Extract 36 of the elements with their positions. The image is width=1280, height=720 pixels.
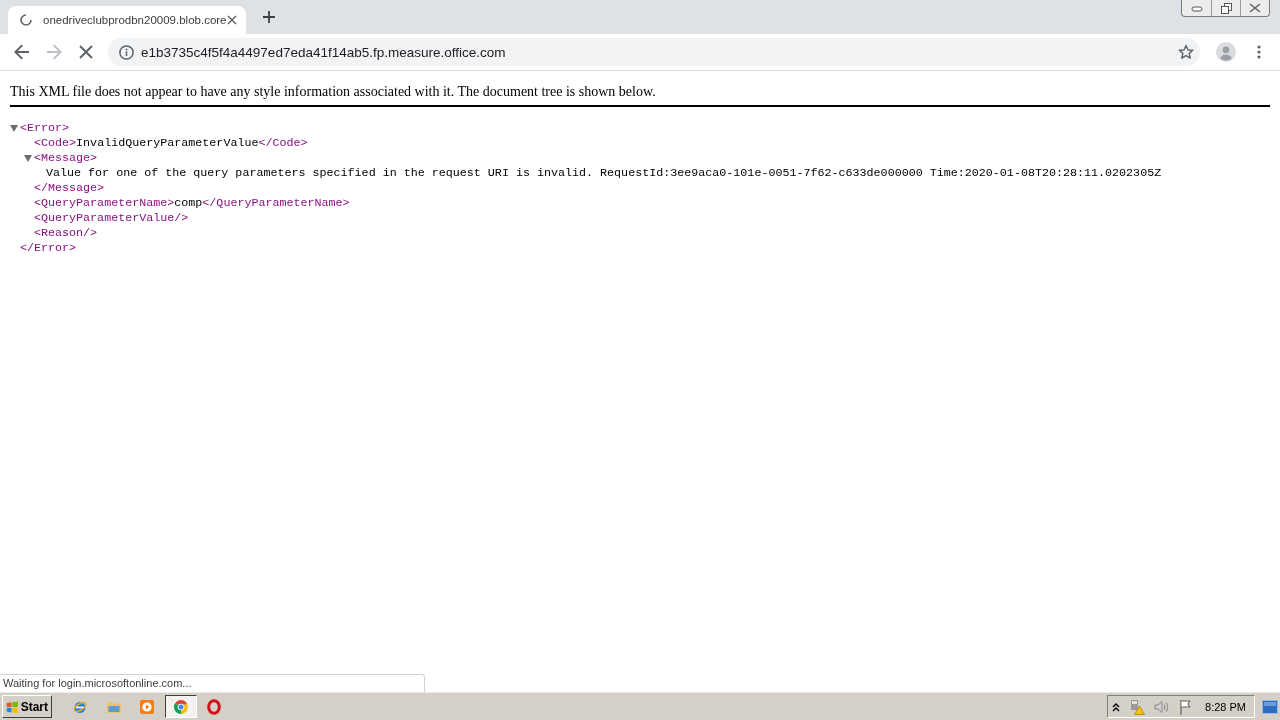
xml-tag: <Message>: [34, 151, 98, 166]
notice-text: This XML file does not appear to have any style information associated with it. The document tree is shown below.: [10, 84, 656, 99]
close-icon[interactable]: [227, 15, 237, 25]
flag-icon[interactable]: [1179, 698, 1191, 715]
back-arrow-icon[interactable]: [14, 44, 30, 60]
info-icon[interactable]: [119, 44, 134, 60]
browser-tab[interactable]: onedriveclubprodbn20009.blob.core: [8, 6, 246, 34]
xml-element-line: <QueryParameterName>comp</QueryParameterName>: [34, 196, 350, 211]
close-icon: [1249, 3, 1261, 13]
xml-tag: <Error>: [20, 121, 70, 136]
ring-icon[interactable]: [206, 698, 222, 715]
play-icon[interactable]: [139, 698, 155, 715]
taskbar-button[interactable]: [164, 695, 197, 718]
chevron-up-icon[interactable]: [1112, 701, 1120, 712]
xml-tag: <Reason/>: [34, 226, 98, 241]
xml-tag: <QueryParameterValue/>: [34, 211, 189, 226]
xml-tag: </Message>: [34, 181, 105, 196]
clock-text: 8:28 PM: [1205, 700, 1246, 713]
xml-tag: </Error>: [20, 241, 77, 256]
url-text: e1b3735c4f5f4a4497ed7eda41f14ab5.fp.measure.office.com: [141, 44, 506, 60]
xml-element-line: <Code>InvalidQueryParameterValue</Code>: [34, 136, 308, 151]
segmented-circle-icon: [172, 698, 189, 715]
status-bubble: Waiting for login.microsoftonline.com...: [0, 674, 425, 692]
xml-text-content: Value for one of the query parameters specified in the request URI is invalid. RequestId:3ee9aca0-101e-0051-7f62-c633de000000 Time:2020-01-08T20:28:11.0202305Z: [46, 166, 1162, 181]
expand-triangle-icon[interactable]: [24, 155, 32, 162]
expand-triangle-icon[interactable]: [10, 125, 18, 132]
show-desktop-icon[interactable]: [1262, 699, 1278, 714]
new-tab-icon[interactable]: [263, 11, 275, 23]
address-bar[interactable]: e1b3735c4f5f4a4497ed7eda41f14ab5.fp.measure.office.com: [108, 38, 1200, 66]
restore-icon: [1220, 2, 1232, 14]
minimize-icon: [1190, 4, 1203, 12]
star-icon[interactable]: [1178, 44, 1194, 60]
stop-icon[interactable]: [78, 44, 94, 60]
start-button[interactable]: Start: [2, 695, 52, 718]
avatar-icon[interactable]: [1216, 42, 1236, 62]
menu-icon[interactable]: [1257, 45, 1261, 59]
